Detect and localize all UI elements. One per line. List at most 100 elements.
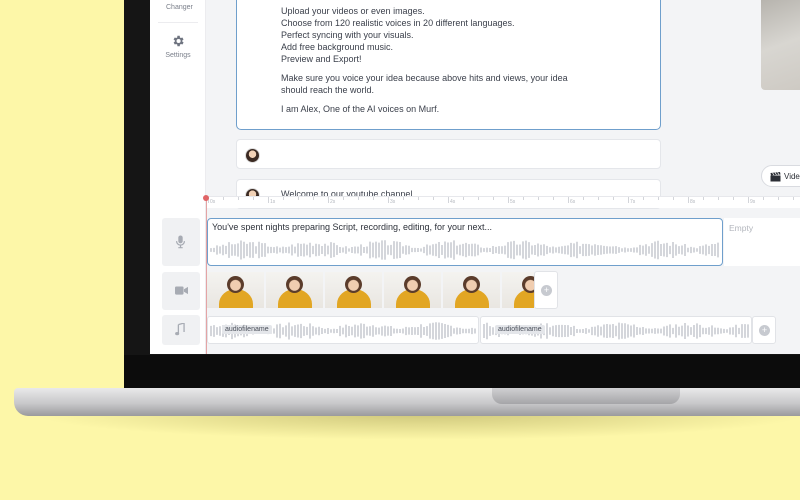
script-line: Upload your videos or even images. — [281, 6, 425, 16]
script-block-active[interactable]: Upload your videos or even images. Choos… — [236, 0, 661, 130]
script-line: I am Alex, One of the AI voices on Murf. — [281, 104, 440, 114]
video-preview — [761, 0, 800, 90]
playhead-handle[interactable] — [203, 195, 209, 201]
ruler-tick — [793, 197, 794, 200]
ruler-tick — [358, 197, 359, 200]
ruler-tick — [583, 197, 584, 200]
thumbnail-subject — [345, 276, 362, 293]
laptop-chin — [124, 355, 800, 389]
plus-icon: + — [759, 325, 770, 336]
ruler-label: 2s — [330, 199, 336, 205]
ruler-tick — [613, 197, 614, 200]
ruler-tick — [463, 197, 464, 200]
ruler-tick — [508, 197, 509, 203]
ruler-tick — [418, 197, 419, 200]
script-line: Preview and Export! — [281, 54, 362, 64]
ruler-tick — [778, 197, 779, 200]
sidebar-item-voice-changer[interactable]: Voice Changer — [150, 0, 206, 12]
ruler-tick — [748, 197, 749, 203]
ruler-label: 0s — [210, 199, 216, 205]
ruler-tick — [703, 197, 704, 200]
music-track-header — [162, 315, 200, 345]
ruler-label: 3s — [390, 199, 396, 205]
ruler-tick — [343, 197, 344, 200]
timeline-ruler[interactable]: 0s 1s 2s 3s 4s 5s 6s 7s 8s 9s — [206, 196, 800, 208]
sidebar-item-settings[interactable]: Settings — [150, 34, 206, 60]
ruler-tick — [223, 197, 224, 200]
video-frame-thumbnail[interactable] — [384, 272, 441, 308]
empty-slot-label: Empty — [729, 223, 754, 233]
voice-avatar[interactable] — [245, 148, 260, 163]
ruler-tick — [673, 197, 674, 200]
ruler-tick — [268, 197, 269, 203]
ruler-tick — [598, 197, 599, 200]
add-music-button[interactable]: + — [752, 316, 776, 344]
music-clip[interactable]: audiofilename — [207, 316, 479, 344]
plus-icon: + — [541, 285, 552, 296]
app-screen: Voice Changer Settings Upload your video… — [150, 0, 800, 354]
ruler-tick — [433, 197, 434, 200]
sidebar-divider — [158, 22, 198, 23]
script-line: Perfect syncing with your visuals. — [281, 30, 414, 40]
ruler-label: 8s — [690, 199, 696, 205]
thumbnail-subject — [286, 276, 303, 293]
video-track-header — [162, 272, 200, 310]
voice-waveform — [210, 240, 719, 260]
laptop-shadow — [30, 414, 800, 440]
ruler-label: 5s — [510, 199, 516, 205]
thumbnail-subject — [522, 276, 534, 293]
voice-clip[interactable]: You've spent nights preparing Script, re… — [207, 218, 723, 266]
script-line: Add free background music. — [281, 42, 394, 52]
ruler-tick — [538, 197, 539, 200]
ruler-tick — [448, 197, 449, 203]
video-settings-label: Video Settings — [784, 172, 800, 181]
ruler-tick — [718, 197, 719, 200]
sidebar-item-label: Voice Changer — [166, 0, 193, 11]
video-frame-thumbnail[interactable] — [207, 272, 264, 308]
script-block[interactable] — [236, 139, 661, 169]
script-editor: Upload your videos or even images. Choos… — [206, 0, 800, 209]
ruler-tick — [568, 197, 569, 203]
thumbnail-subject — [404, 276, 421, 293]
ruler-label: 7s — [630, 199, 636, 205]
ruler-tick — [403, 197, 404, 200]
ruler-tick — [298, 197, 299, 200]
mic-icon — [175, 235, 186, 249]
ruler-tick — [373, 197, 374, 200]
ruler-tick — [658, 197, 659, 200]
add-video-button[interactable]: + — [534, 271, 558, 309]
gear-icon — [173, 35, 184, 47]
voice-clip-text: You've spent nights preparing Script, re… — [212, 222, 493, 232]
ruler-tick — [313, 197, 314, 200]
ruler-tick — [643, 197, 644, 200]
thumbnail-subject — [463, 276, 480, 293]
music-clip[interactable]: audiofilename — [480, 316, 752, 344]
ruler-tick — [688, 197, 689, 203]
ruler-label: 9s — [750, 199, 756, 205]
music-note-icon — [175, 323, 185, 336]
ruler-tick — [238, 197, 239, 200]
ruler-tick — [523, 197, 524, 200]
voice-track-header — [162, 218, 200, 266]
video-icon — [175, 286, 188, 295]
script-line: Choose from 120 realistic voices in 20 d… — [281, 18, 515, 28]
video-frame-thumbnail[interactable] — [266, 272, 323, 308]
ruler-tick — [733, 197, 734, 200]
ruler-tick — [553, 197, 554, 200]
ruler-tick — [253, 197, 254, 200]
video-frame-thumbnail[interactable] — [502, 272, 534, 308]
music-clip-filename: audiofilename — [222, 325, 272, 334]
video-frame-thumbnail[interactable] — [325, 272, 382, 308]
empty-voice-slot[interactable]: Empty — [724, 218, 800, 266]
clapperboard-icon — [770, 172, 781, 182]
video-settings-button[interactable]: Video Settings — [761, 165, 800, 187]
ruler-tick — [328, 197, 329, 203]
ruler-label: 4s — [450, 199, 456, 205]
ruler-label: 1s — [270, 199, 276, 205]
ruler-tick — [628, 197, 629, 203]
music-clip-filename: audiofilename — [495, 325, 545, 334]
laptop-base — [14, 388, 800, 416]
script-line: Make sure you voice your idea because ab… — [281, 73, 568, 83]
ruler-tick — [283, 197, 284, 200]
video-frame-thumbnail[interactable] — [443, 272, 500, 308]
